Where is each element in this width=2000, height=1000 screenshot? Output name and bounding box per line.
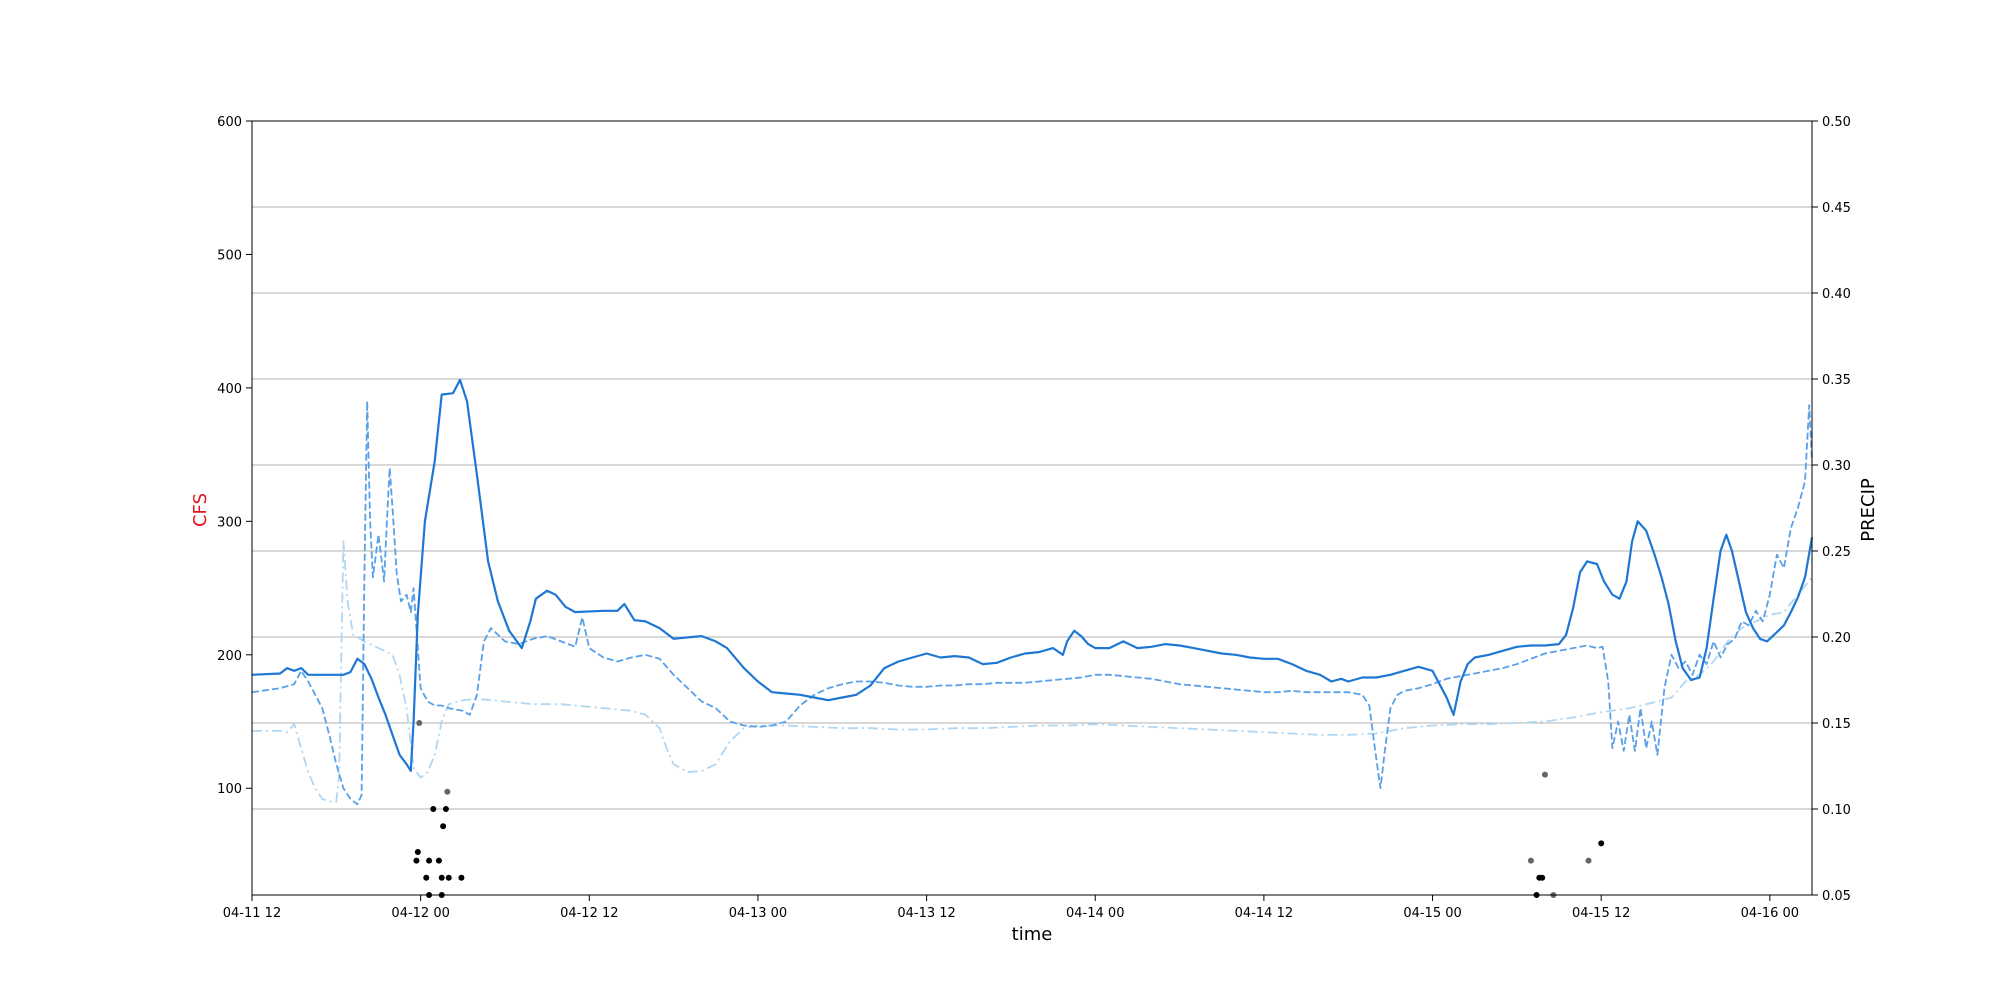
x-tick-label: 04-13 00 [729,906,787,921]
y-right-tick-label: 0.20 [1822,631,1851,646]
precip-point [435,857,442,864]
precip-point [1541,771,1548,778]
precip-point [423,874,430,881]
precip-point [444,788,451,795]
y-left-tick-label: 100 [217,782,242,797]
y-left-tick-label: 500 [217,248,242,263]
y-left-tick-label: 200 [217,649,242,664]
y-right-tick-label: 0.40 [1822,287,1851,302]
precip-point [414,849,421,855]
y-axis-left-title: CFS [190,493,211,527]
series-line-dashed [251,400,1813,806]
grid [252,120,1812,896]
chart: 04-11 12 04-12 00 04-12 12 04-13 00 04-13 12… [190,115,1879,945]
x-tick-label: 04-13 12 [897,906,955,921]
x-tick-label: 04-14 00 [1066,906,1124,921]
series-line-solid [251,378,1814,772]
precip-point [1539,874,1546,881]
y-right-tick-label: 0.05 [1822,889,1851,904]
precip-point [413,857,420,864]
y-right-tick-label: 0.25 [1822,545,1851,560]
x-axis: 04-11 12 04-12 00 04-12 12 04-13 00 04-13 12… [223,895,1799,921]
y-axis-right: 0.05 0.10 0.15 0.20 0.25 0.30 0.35 0.40 0.45 0.50 [1812,115,1851,904]
y-left-tick-label: 600 [217,115,242,130]
precip-point [438,874,445,881]
precip-point [1585,857,1592,864]
precip-point [445,874,452,881]
x-tick-label: 04-15 12 [1572,906,1630,921]
x-tick-label: 04-12 00 [391,906,449,921]
y-axis-left: 100 200 300 400 500 600 [217,115,252,797]
precip-point [458,874,465,881]
y-right-tick-label: 0.45 [1822,201,1851,216]
y-right-tick-label: 0.30 [1822,459,1851,474]
y-right-tick-label: 0.10 [1822,803,1851,818]
x-tick-label: 04-14 12 [1235,906,1293,921]
y-right-tick-label: 0.35 [1822,373,1851,388]
precip-point [440,823,447,830]
x-tick-label: 04-16 00 [1741,906,1799,921]
precip-point [1527,857,1534,864]
y-axis-right-title: PRECIP [1858,478,1879,542]
y-right-tick-label: 0.15 [1822,717,1851,732]
x-axis-title: time [1012,924,1053,945]
precip-point [430,806,437,812]
y-right-tick-label: 0.50 [1822,115,1851,130]
y-left-tick-label: 400 [217,382,242,397]
x-tick-label: 04-11 12 [223,906,281,921]
series-group [251,378,1814,806]
precip-point [1598,840,1605,847]
x-tick-label: 04-12 12 [560,906,618,921]
precip-point [426,857,433,864]
x-tick-label: 04-15 00 [1403,906,1461,921]
precip-point [416,720,423,726]
y-left-tick-label: 300 [217,515,242,530]
plot-frame [251,120,1813,896]
precip-point [442,806,449,812]
